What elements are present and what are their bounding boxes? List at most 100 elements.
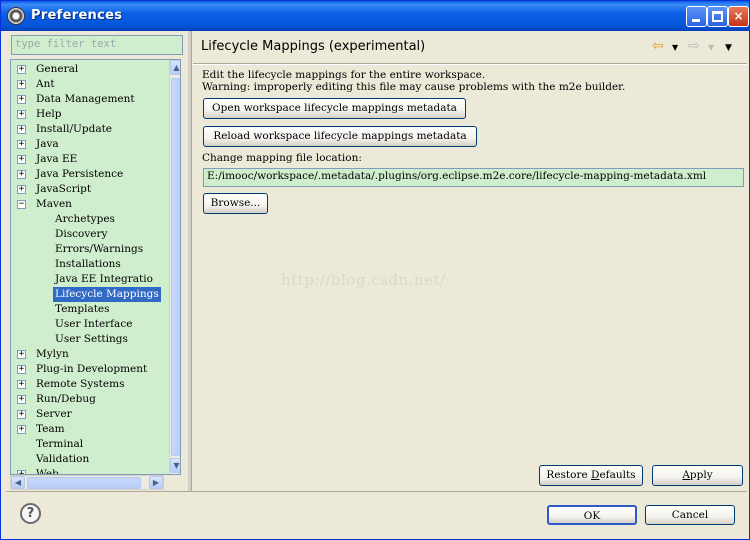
tree-item[interactable]: + Install/Update <box>11 122 167 137</box>
tree-horizontal-scrollbar[interactable]: ◀ ▶ <box>10 475 164 490</box>
apply-button[interactable]: Apply <box>652 465 743 486</box>
tree-horizontal-scroll-thumb[interactable] <box>27 477 141 489</box>
tree-item-label: Ant <box>36 78 55 90</box>
tree-item[interactable]: User Interface <box>11 317 167 332</box>
scroll-up-icon[interactable]: ▲ <box>170 60 180 75</box>
filter-input[interactable]: type filter text <box>11 35 183 55</box>
expand-icon[interactable]: + <box>17 350 26 359</box>
expand-icon[interactable]: + <box>17 425 26 434</box>
expand-icon[interactable]: + <box>17 380 26 389</box>
expand-icon[interactable]: + <box>17 185 26 194</box>
expand-icon[interactable]: + <box>17 410 26 419</box>
tree-item[interactable]: + Java EE <box>11 152 167 167</box>
tree-item-label: Lifecycle Mappings <box>53 287 161 302</box>
tree-item-label: JavaScript <box>36 183 92 195</box>
tree-item-label: Discovery <box>55 228 108 240</box>
tree-item[interactable]: Lifecycle Mappings <box>11 287 167 302</box>
tree-item[interactable]: + General <box>11 62 167 77</box>
tree-item-label: Server <box>36 408 72 420</box>
tree-item[interactable]: + Mylyn <box>11 347 167 362</box>
tree-item[interactable]: + Team <box>11 422 167 437</box>
tree-item[interactable]: Errors/Warnings <box>11 242 167 257</box>
tree-item[interactable]: + Plug-in Development <box>11 362 167 377</box>
tree-item[interactable]: + Help <box>11 107 167 122</box>
expand-icon[interactable]: + <box>17 140 26 149</box>
expand-icon[interactable]: + <box>17 155 26 164</box>
tree-item-label: Data Management <box>36 93 135 105</box>
tree-item[interactable]: + Ant <box>11 77 167 92</box>
tree-item-label: Plug-in Development <box>36 363 148 375</box>
expand-icon[interactable]: + <box>17 65 26 74</box>
preferences-tree[interactable]: + Web Validation Terminal + Team + Server + Run/D… <box>10 59 181 475</box>
tree-item[interactable]: Templates <box>11 302 167 317</box>
tree-item-label: Java EE Integratio <box>55 273 153 285</box>
tree-item-label: Remote Systems <box>36 378 125 390</box>
header-divider-highlight <box>193 64 747 65</box>
restore-defaults-button[interactable]: Restore Defaults <box>539 465 643 486</box>
change-location-label: Change mapping file location: <box>202 152 362 164</box>
tree-item-label: Install/Update <box>36 123 113 135</box>
scroll-right-icon[interactable]: ▶ <box>149 476 163 489</box>
help-icon[interactable]: ? <box>20 503 41 524</box>
expand-icon[interactable]: + <box>17 80 26 89</box>
tree-item-label: Web <box>36 468 59 475</box>
page-title: Lifecycle Mappings (experimental) <box>201 39 426 54</box>
tree-item-label: Archetypes <box>55 213 115 225</box>
maximize-button[interactable] <box>707 6 728 27</box>
expand-icon[interactable]: + <box>17 365 26 374</box>
ok-button[interactable]: OK <box>547 505 637 525</box>
forward-dropdown-icon[interactable]: ▼ <box>708 41 714 55</box>
scroll-left-icon[interactable]: ◀ <box>11 476 25 489</box>
tree-item[interactable]: + Server <box>11 407 167 422</box>
expand-icon[interactable]: + <box>17 95 26 104</box>
watermark-text: http://blog.csdn.net/ <box>281 271 446 289</box>
tree-item[interactable]: Java EE Integratio <box>11 272 167 287</box>
expand-icon[interactable]: + <box>17 170 26 179</box>
cancel-button[interactable]: Cancel <box>645 505 735 525</box>
browse-button[interactable]: Browse... <box>203 193 268 214</box>
tree-item-label: User Interface <box>55 318 133 330</box>
tree-item-label: Templates <box>55 303 110 315</box>
tree-item[interactable]: + JavaScript <box>11 182 167 197</box>
tree-item[interactable]: + Java <box>11 137 167 152</box>
forward-arrow-icon[interactable]: ⇨ <box>688 39 700 53</box>
tree-item[interactable]: + Run/Debug <box>11 392 167 407</box>
preference-page: Lifecycle Mappings (experimental) ⇦ ▼ ⇨ … <box>191 31 747 491</box>
tree-item[interactable]: + Java Persistence <box>11 167 167 182</box>
apply-mnemonic: A <box>682 469 690 481</box>
close-button[interactable]: × <box>728 6 749 27</box>
title-bar[interactable]: Preferences × <box>1 1 749 31</box>
tree-item[interactable]: + Data Management <box>11 92 167 107</box>
minimize-button[interactable] <box>686 6 707 27</box>
tree-item[interactable]: − Maven <box>11 197 167 212</box>
tree-item-label: Java EE <box>36 153 78 165</box>
expand-icon[interactable]: + <box>17 110 26 119</box>
open-metadata-button[interactable]: Open workspace lifecycle mappings metada… <box>203 98 466 119</box>
back-dropdown-icon[interactable]: ▼ <box>672 41 678 55</box>
tree-vertical-scrollbar[interactable]: ▲ ▼ <box>169 60 180 474</box>
tree-vertical-scroll-thumb[interactable] <box>171 78 180 456</box>
tree-item-label: Terminal <box>36 438 84 450</box>
tree-item[interactable]: Discovery <box>11 227 167 242</box>
reload-metadata-button[interactable]: Reload workspace lifecycle mappings meta… <box>203 126 477 147</box>
tree-item[interactable]: + Web <box>11 467 167 475</box>
tree-item[interactable]: Terminal <box>11 437 167 452</box>
tree-item[interactable]: + Remote Systems <box>11 377 167 392</box>
tree-item[interactable]: User Settings <box>11 332 167 347</box>
tree-item-label: Errors/Warnings <box>55 243 144 255</box>
tree-item-label: General <box>36 63 79 75</box>
tree-item-label: Help <box>36 108 62 120</box>
mapping-file-path-field[interactable]: E:/imooc/workspace/.metadata/.plugins/or… <box>203 168 744 187</box>
tree-item[interactable]: Validation <box>11 452 167 467</box>
preferences-tree-panel: type filter text + Web Validation Terminal +… <box>6 31 188 491</box>
expand-icon[interactable]: + <box>17 125 26 134</box>
tree-item[interactable]: Installations <box>11 257 167 272</box>
collapse-icon[interactable]: − <box>17 200 26 209</box>
tree-item[interactable]: Archetypes <box>11 212 167 227</box>
back-arrow-icon[interactable]: ⇦ <box>652 39 664 53</box>
expand-icon[interactable]: + <box>17 395 26 404</box>
scroll-down-icon[interactable]: ▼ <box>170 458 180 473</box>
minimize-icon <box>692 19 700 22</box>
view-menu-icon[interactable]: ▼ <box>725 41 732 55</box>
tree-item-label: Java Persistence <box>36 168 124 180</box>
